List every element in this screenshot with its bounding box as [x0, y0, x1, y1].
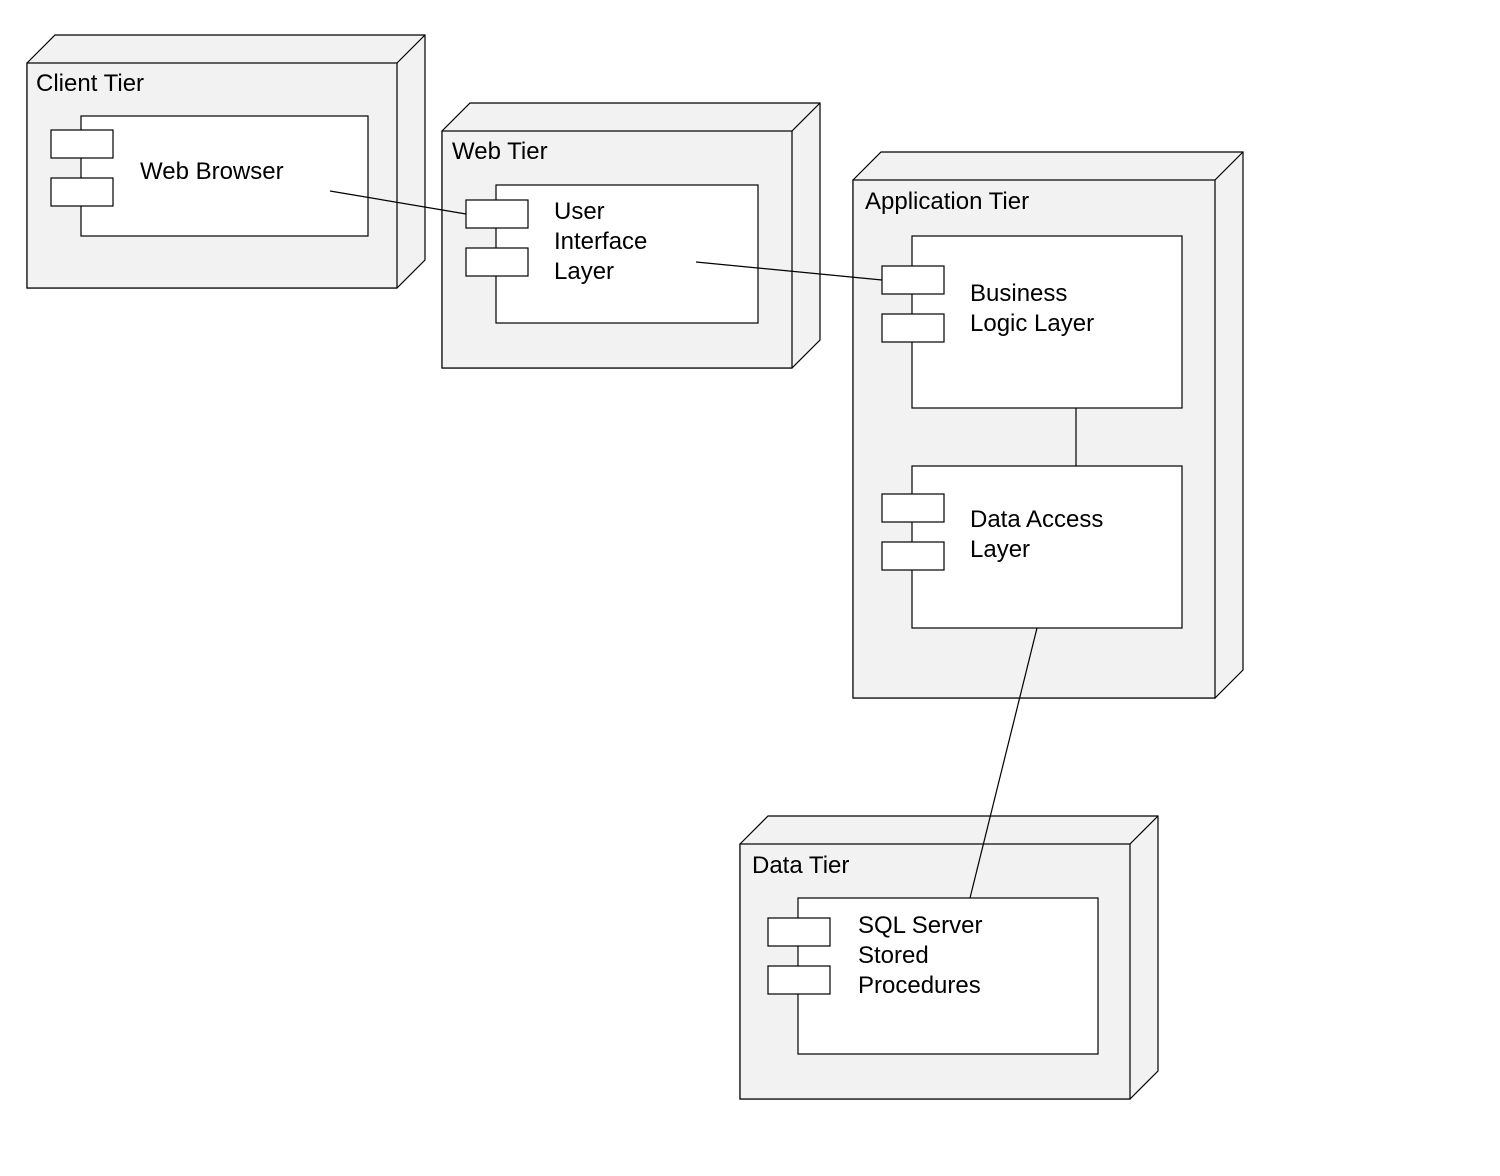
- node-data-tier: Data Tier SQL Server Stored Procedures: [740, 816, 1158, 1099]
- component-sql-label-2: Stored: [858, 942, 929, 969]
- component-ui-layer-label-3: Layer: [554, 258, 614, 285]
- node-client-tier-label: Client Tier: [36, 70, 144, 97]
- component-data-access: Data Access Layer: [882, 466, 1182, 628]
- component-ui-layer-label-1: User: [554, 198, 605, 225]
- node-web-tier-label: Web Tier: [452, 138, 548, 165]
- node-web-tier: Web Tier User Interface Layer: [442, 103, 820, 368]
- component-web-browser-label: Web Browser: [140, 158, 284, 185]
- component-business-logic-label-2: Logic Layer: [970, 310, 1094, 337]
- component-ui-layer: User Interface Layer: [466, 185, 758, 323]
- component-web-browser: Web Browser: [51, 116, 368, 236]
- node-application-tier: Application Tier Business Logic Layer Da…: [853, 152, 1243, 698]
- node-application-tier-label: Application Tier: [865, 188, 1029, 215]
- component-business-logic: Business Logic Layer: [882, 236, 1182, 408]
- node-data-tier-label: Data Tier: [752, 852, 849, 879]
- svg-text:Web Browser: Web Browser: [140, 158, 284, 185]
- component-data-access-label-2: Layer: [970, 536, 1030, 563]
- component-sql-stored-procs: SQL Server Stored Procedures: [768, 898, 1098, 1054]
- component-sql-label-3: Procedures: [858, 972, 981, 999]
- node-client-tier: Client Tier Web Browser: [27, 35, 425, 288]
- component-ui-layer-label-2: Interface: [554, 228, 647, 255]
- deployment-diagram: Client Tier Web Browser Web Tier User In…: [0, 0, 1500, 1176]
- component-sql-label-1: SQL Server: [858, 912, 983, 939]
- component-business-logic-label-1: Business: [970, 280, 1067, 307]
- component-data-access-label-1: Data Access: [970, 506, 1103, 533]
